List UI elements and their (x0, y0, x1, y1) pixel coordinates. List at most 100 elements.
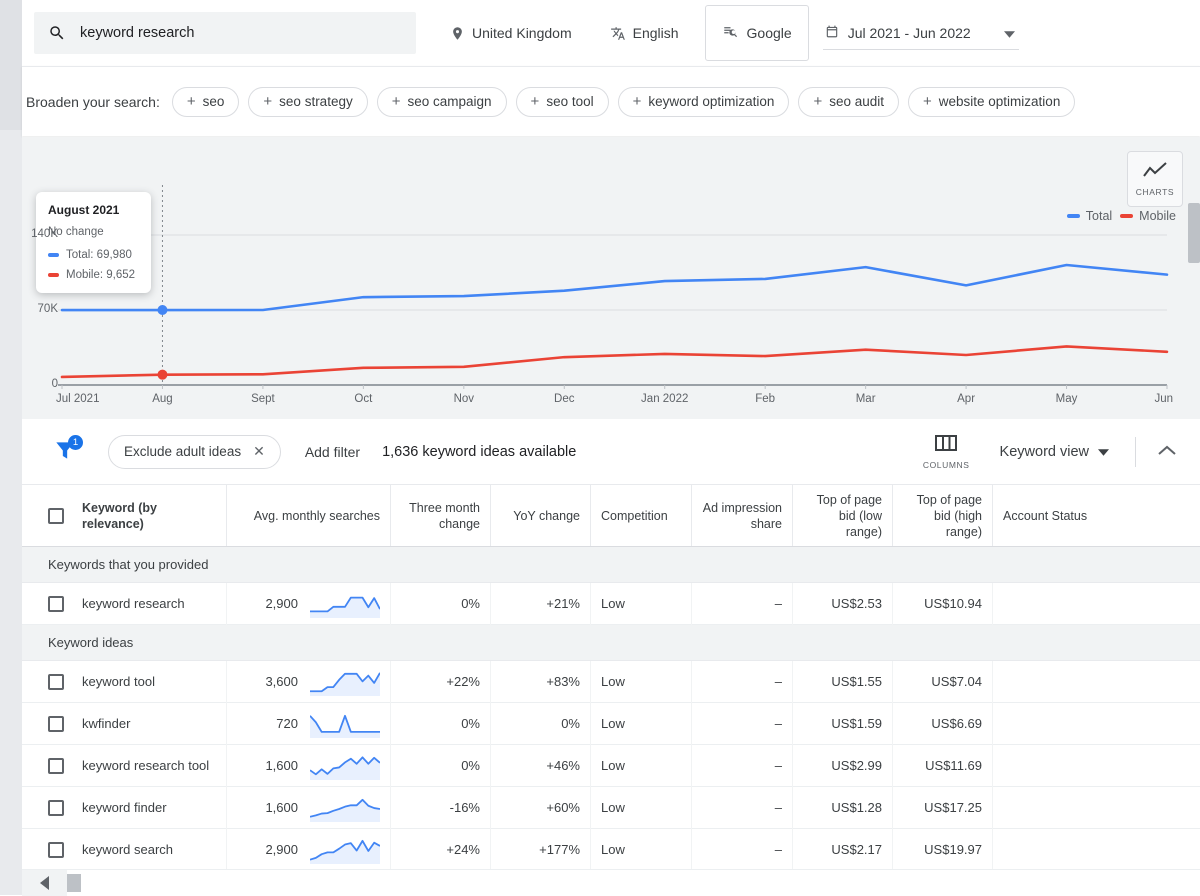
broaden-chip-5[interactable]: + seo audit (798, 87, 899, 117)
cell-account-status (993, 829, 1200, 871)
keyword-view-selector[interactable]: Keyword view (1000, 444, 1109, 460)
cell-three-month-change: 0% (391, 745, 491, 787)
network-selector[interactable]: Google (705, 5, 809, 61)
chart-tooltip: August 2021 No change Total: 69,980 Mobi… (36, 192, 151, 293)
row-checkbox[interactable] (48, 596, 64, 612)
filter-icon[interactable]: 1 (52, 437, 82, 467)
sparkline (310, 752, 380, 780)
select-all-checkbox[interactable] (48, 508, 64, 524)
filter-chip-exclude-adult-ideas[interactable]: Exclude adult ideas ✕ (108, 435, 281, 469)
table-row[interactable]: keyword search2,900+24%+177%Low–US$2.17U… (22, 829, 1200, 871)
broaden-chip-label: seo tool (546, 94, 593, 109)
table-row[interactable]: keyword research tool1,6000%+46%Low–US$2… (22, 745, 1200, 787)
cell-three-month-change: 0% (391, 583, 491, 625)
table-header-bid-low[interactable]: Top of page bid (low range) (793, 485, 893, 546)
date-range-selector[interactable]: Jul 2021 - Jun 2022 (823, 16, 1019, 50)
cell-yoy-change: 0% (491, 703, 591, 745)
cell-account-status (993, 703, 1200, 745)
broaden-chip-2[interactable]: + seo campaign (377, 87, 507, 117)
toolbar-divider (1135, 437, 1136, 467)
x-axis-label-3: Oct (329, 393, 397, 405)
left-rail-top (0, 0, 22, 130)
cell-three-month-change: -16% (391, 787, 491, 829)
row-checkbox[interactable] (48, 716, 64, 732)
plus-icon: + (813, 94, 822, 109)
table-header-avg-monthly-searches[interactable]: Avg. monthly searches (227, 485, 391, 546)
cell-yoy-change: +21% (491, 583, 591, 625)
cell-three-month-change: 0% (391, 703, 491, 745)
plus-icon: + (392, 94, 401, 109)
tooltip-row-total: Total: 69,980 (48, 249, 139, 261)
broaden-chip-6[interactable]: + website optimization (908, 87, 1075, 117)
table-header-competition[interactable]: Competition (591, 485, 692, 546)
cell-ad-impression-share: – (692, 583, 793, 625)
cell-ad-impression-share: – (692, 661, 793, 703)
table-section-header: Keywords that you provided (22, 547, 1200, 583)
table-header-three-month-change[interactable]: Three month change (391, 485, 491, 546)
close-icon[interactable]: ✕ (253, 443, 265, 460)
legend-item-mobile[interactable]: Mobile (1120, 209, 1176, 223)
table-header-keyword[interactable]: Keyword (by relevance) (22, 485, 227, 546)
broaden-your-search-bar: Broaden your search: + seo + seo strateg… (22, 66, 1200, 136)
cell-three-month-change: +24% (391, 829, 491, 871)
tooltip-row-mobile: Mobile: 9,652 (48, 269, 139, 281)
plus-icon: + (923, 94, 932, 109)
cell-competition: Low (591, 745, 692, 787)
scrollbar-thumb[interactable] (67, 874, 81, 892)
legend-swatch-total (1067, 214, 1080, 218)
charts-button[interactable]: CHARTS (1127, 151, 1183, 207)
table-header-account-status[interactable]: Account Status (993, 485, 1200, 546)
collapse-panel-button[interactable] (1158, 443, 1176, 461)
top-search-bar: keyword research United Kingdom English … (22, 0, 1200, 66)
sparkline (310, 794, 380, 822)
chevron-down-icon (1098, 444, 1109, 460)
x-axis-label-7: Feb (731, 393, 799, 405)
broaden-chip-0[interactable]: + seo (172, 87, 240, 117)
search-input[interactable]: keyword research (34, 12, 416, 54)
search-input-value: keyword research (80, 25, 194, 41)
keyword-label: keyword research tool (82, 758, 209, 773)
table-header-bid-high[interactable]: Top of page bid (high range) (893, 485, 993, 546)
table-row[interactable]: kwfinder7200%0%Low–US$1.59US$6.69 (22, 703, 1200, 745)
row-checkbox[interactable] (48, 674, 64, 690)
cell-ad-impression-share: – (692, 787, 793, 829)
x-axis-label-2: Sept (229, 393, 297, 405)
legend-item-total[interactable]: Total (1067, 209, 1112, 223)
location-selector[interactable]: United Kingdom (438, 16, 584, 50)
table-row[interactable]: keyword tool3,600+22%+83%Low–US$1.55US$7… (22, 661, 1200, 703)
columns-button-label: COLUMNS (923, 460, 970, 470)
cell-competition: Low (591, 661, 692, 703)
columns-button[interactable]: COLUMNS (923, 434, 970, 470)
keyword-label: keyword research (82, 596, 185, 611)
row-checkbox[interactable] (48, 758, 64, 774)
filter-toolbar: 1 Exclude adult ideas ✕ Add filter 1,636… (22, 419, 1200, 485)
x-axis-label-5: Dec (530, 393, 598, 405)
line-chart[interactable] (22, 137, 1200, 419)
broaden-chip-1[interactable]: + seo strategy (248, 87, 367, 117)
tooltip-swatch-mobile (48, 273, 59, 277)
search-icon (48, 24, 66, 42)
plus-icon: + (531, 94, 540, 109)
table-row[interactable]: keyword finder1,600-16%+60%Low–US$1.28US… (22, 787, 1200, 829)
location-pin-icon (450, 26, 465, 41)
language-selector[interactable]: English (598, 16, 691, 50)
row-checkbox[interactable] (48, 800, 64, 816)
location-label: United Kingdom (472, 25, 572, 41)
add-filter-button[interactable]: Add filter (305, 444, 360, 460)
table-header-ad-impression-share[interactable]: Ad impression share (692, 485, 793, 546)
keyword-ideas-table: Keyword (by relevance) Avg. monthly sear… (22, 485, 1200, 871)
broaden-chip-label: keyword optimization (648, 94, 774, 109)
cell-competition: Low (591, 829, 692, 871)
scroll-left-button[interactable] (22, 870, 67, 896)
broaden-chip-4[interactable]: + keyword optimization (618, 87, 790, 117)
table-row[interactable]: keyword research2,9000%+21%Low–US$2.53US… (22, 583, 1200, 625)
x-axis-label-11: Jun (1133, 393, 1173, 405)
tooltip-title: August 2021 (48, 203, 139, 217)
row-checkbox[interactable] (48, 842, 64, 858)
legend-scrollbar[interactable] (1188, 203, 1200, 263)
cell-yoy-change: +177% (491, 829, 591, 871)
cell-keyword: keyword research tool (22, 745, 227, 787)
broaden-chip-3[interactable]: + seo tool (516, 87, 609, 117)
horizontal-scrollbar[interactable] (22, 869, 1200, 895)
table-header-yoy-change[interactable]: YoY change (491, 485, 591, 546)
